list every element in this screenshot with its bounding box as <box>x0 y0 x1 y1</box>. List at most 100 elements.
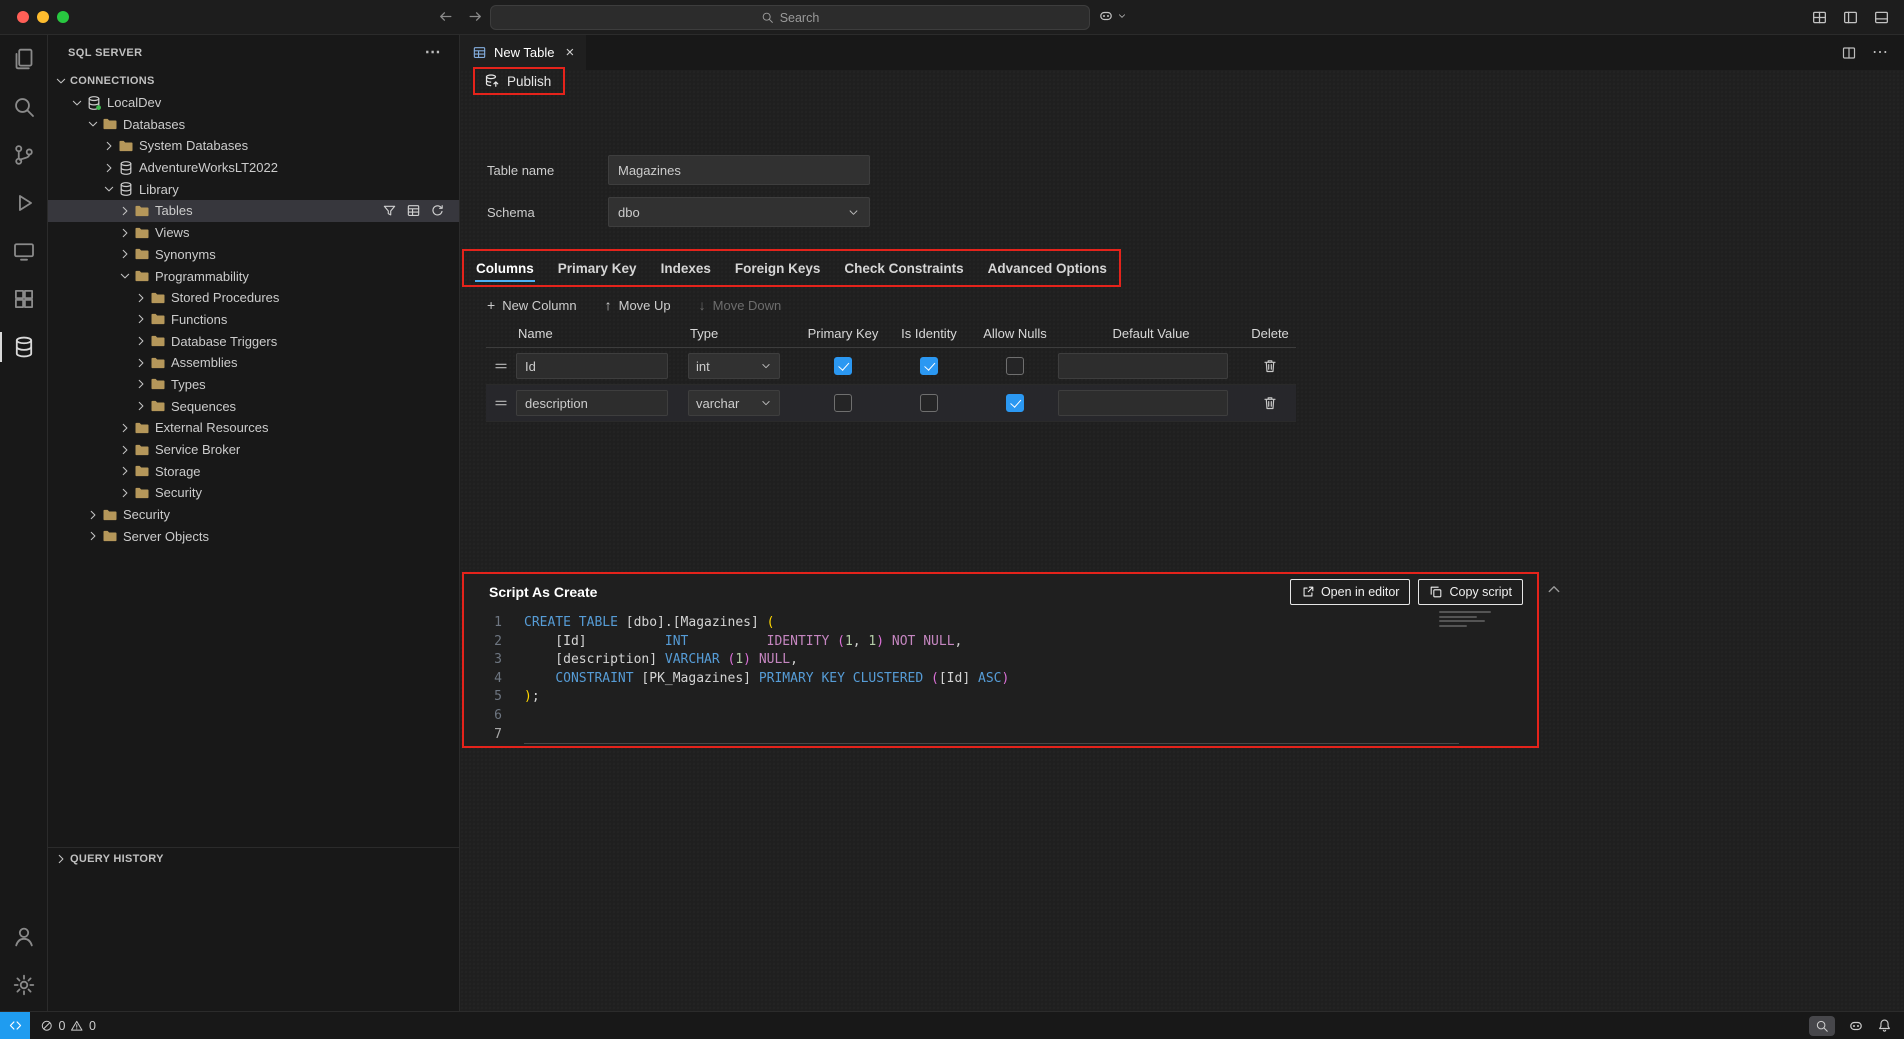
notifications-bell-icon[interactable] <box>1877 1018 1892 1033</box>
twisty-right-icon <box>134 399 148 413</box>
chevron-up-icon[interactable] <box>1545 580 1563 598</box>
designer-tab-indexes[interactable]: Indexes <box>649 251 723 285</box>
is-identity-checkbox[interactable] <box>920 394 938 412</box>
filter-icon[interactable] <box>382 203 397 218</box>
script-code[interactable]: 1CREATE TABLE [dbo].[Magazines] (2 [Id] … <box>464 614 1537 746</box>
table-grid-icon[interactable] <box>406 203 421 218</box>
designer-tab-columns[interactable]: Columns <box>464 251 546 285</box>
tree-item-sequences[interactable]: Sequences <box>48 395 459 417</box>
tree-item-security[interactable]: Security <box>48 482 459 504</box>
tree-item-views[interactable]: Views <box>48 222 459 244</box>
designer-tab-foreign-keys[interactable]: Foreign Keys <box>723 251 833 285</box>
query-history-section[interactable]: QUERY HISTORY <box>48 847 459 870</box>
activity-run-debug-icon[interactable] <box>0 179 48 227</box>
tree-item-label: Databases <box>123 117 185 132</box>
activity-account-icon[interactable] <box>0 913 48 961</box>
allow-nulls-checkbox[interactable] <box>1006 357 1024 375</box>
toggle-panel-icon[interactable] <box>1873 9 1890 26</box>
delete-row-icon[interactable] <box>1262 395 1278 411</box>
folder-icon <box>150 333 166 349</box>
drag-handle-icon[interactable] <box>493 358 509 374</box>
tree-item-assemblies[interactable]: Assemblies <box>48 352 459 374</box>
copy-script-button[interactable]: Copy script <box>1418 579 1523 605</box>
tree-item-programmability[interactable]: Programmability <box>48 265 459 287</box>
zoom-status-button[interactable] <box>1809 1016 1835 1036</box>
designer-tab-advanced-options[interactable]: Advanced Options <box>976 251 1119 285</box>
code-line-1[interactable]: 1CREATE TABLE [dbo].[Magazines] ( <box>464 614 1537 633</box>
tree-item-localdev[interactable]: LocalDev <box>48 92 459 114</box>
code-line-5[interactable]: 5); <box>464 688 1537 707</box>
code-line-2[interactable]: 2 [Id] INT IDENTITY (1, 1) NOT NULL, <box>464 633 1537 652</box>
default-value-input[interactable] <box>1058 390 1228 416</box>
tree-item-storage[interactable]: Storage <box>48 460 459 482</box>
tree-item-adventureworkslt2022[interactable]: AdventureWorksLT2022 <box>48 157 459 179</box>
activity-explorer-icon[interactable] <box>0 35 48 83</box>
tree-item-functions[interactable]: Functions <box>48 309 459 331</box>
tree-item-library[interactable]: Library <box>48 178 459 200</box>
activity-extensions-icon[interactable] <box>0 275 48 323</box>
primary-key-checkbox[interactable] <box>834 357 852 375</box>
problems-status[interactable]: 0 0 <box>30 1019 106 1033</box>
close-window-button[interactable] <box>17 11 29 23</box>
tree-item-label: Assemblies <box>171 355 237 370</box>
tree-item-synonyms[interactable]: Synonyms <box>48 244 459 266</box>
table-name-input[interactable] <box>608 155 870 185</box>
tree-item-external-resources[interactable]: External Resources <box>48 417 459 439</box>
tree-item-label: Types <box>171 377 206 392</box>
tree-item-databases[interactable]: Databases <box>48 113 459 135</box>
refresh-icon[interactable] <box>430 203 445 218</box>
open-in-editor-button[interactable]: Open in editor <box>1290 579 1411 605</box>
tree-item-connections[interactable]: CONNECTIONS <box>48 70 459 92</box>
tree-item-types[interactable]: Types <box>48 374 459 396</box>
allow-nulls-checkbox[interactable] <box>1006 394 1024 412</box>
activity-search-icon[interactable] <box>0 83 48 131</box>
is-identity-checkbox[interactable] <box>920 357 938 375</box>
history-nav <box>437 8 484 25</box>
copilot-status-icon[interactable] <box>1848 1018 1864 1034</box>
customize-layout-icon[interactable] <box>1811 9 1828 26</box>
designer-tab-primary-key[interactable]: Primary Key <box>546 251 649 285</box>
tree-item-security[interactable]: Security <box>48 504 459 526</box>
tree-item-database-triggers[interactable]: Database Triggers <box>48 330 459 352</box>
sidebar-more-actions-icon[interactable]: ⋯ <box>425 45 441 61</box>
split-editor-icon[interactable] <box>1841 45 1857 61</box>
drag-handle-icon[interactable] <box>493 395 509 411</box>
tree-item-server-objects[interactable]: Server Objects <box>48 525 459 547</box>
publish-button[interactable]: Publish <box>484 73 551 89</box>
tree-item-service-broker[interactable]: Service Broker <box>48 439 459 461</box>
delete-row-icon[interactable] <box>1262 358 1278 374</box>
code-line-6[interactable]: 6 <box>464 707 1537 726</box>
command-center-search[interactable]: Search <box>490 5 1090 30</box>
new-column-button[interactable]: +New Column <box>487 298 577 313</box>
schema-select[interactable]: dbo <box>608 197 870 227</box>
default-value-input[interactable] <box>1058 353 1228 379</box>
editor-more-actions-icon[interactable]: ⋯ <box>1872 45 1888 61</box>
copilot-menu-button[interactable] <box>1098 8 1127 24</box>
minimize-window-button[interactable] <box>37 11 49 23</box>
column-type-select[interactable]: varchar <box>688 390 780 416</box>
back-icon[interactable] <box>437 8 454 25</box>
column-name-input[interactable] <box>516 390 668 416</box>
tree-item-system-databases[interactable]: System Databases <box>48 135 459 157</box>
activity-settings-gear-icon[interactable] <box>0 961 48 1009</box>
move-up-button[interactable]: ↑Move Up <box>605 298 671 313</box>
tree-item-tables[interactable]: Tables <box>48 200 459 222</box>
primary-key-checkbox[interactable] <box>834 394 852 412</box>
code-line-4[interactable]: 4 CONSTRAINT [PK_Magazines] PRIMARY KEY … <box>464 670 1537 689</box>
activity-sql-server-icon[interactable] <box>0 323 48 371</box>
remote-indicator[interactable] <box>0 1012 30 1039</box>
tab-new-table[interactable]: New Table × <box>460 35 586 70</box>
tree-item-stored-procedures[interactable]: Stored Procedures <box>48 287 459 309</box>
folder-icon <box>118 138 134 154</box>
activity-source-control-icon[interactable] <box>0 131 48 179</box>
close-tab-icon[interactable]: × <box>565 45 574 60</box>
forward-icon[interactable] <box>467 8 484 25</box>
code-line-7[interactable]: 7 <box>464 726 1537 745</box>
zoom-window-button[interactable] <box>57 11 69 23</box>
column-type-select[interactable]: int <box>688 353 780 379</box>
column-name-input[interactable] <box>516 353 668 379</box>
designer-tab-check-constraints[interactable]: Check Constraints <box>832 251 975 285</box>
code-line-3[interactable]: 3 [description] VARCHAR (1) NULL, <box>464 651 1537 670</box>
activity-remote-explorer-icon[interactable] <box>0 227 48 275</box>
toggle-sidebar-icon[interactable] <box>1842 9 1859 26</box>
